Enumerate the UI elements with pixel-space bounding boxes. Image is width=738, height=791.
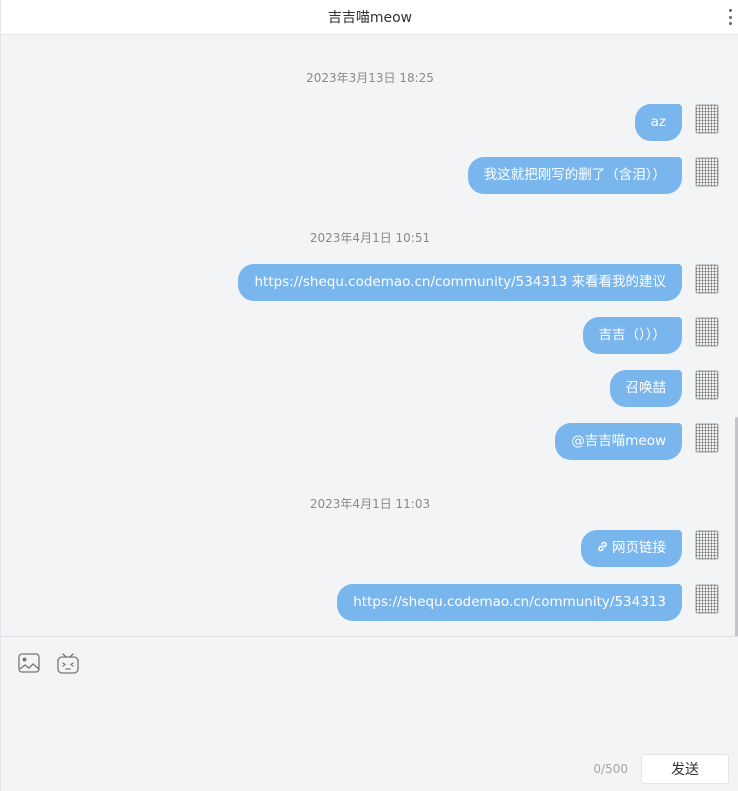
send-button[interactable]: 发送 [641, 754, 729, 784]
message-row: @吉吉喵meow [555, 422, 719, 460]
link-label: 网页链接 [612, 539, 666, 556]
chat-window: 吉吉喵meow 2023年3月13日 18:25 az 我这就把刚写的删了（含泪… [0, 0, 738, 791]
character-counter: 0/500 [593, 762, 628, 776]
message-bubble[interactable]: https://shequ.codemao.cn/community/53431… [337, 583, 682, 621]
message-bubble[interactable]: https://shequ.codemao.cn/community/53431… [238, 263, 682, 301]
message-composer[interactable]: 0/500 发送 [1, 636, 738, 791]
message-row: 吉吉（））） [582, 316, 719, 354]
link-message-bubble[interactable]: 网页链接 [581, 529, 682, 567]
message-bubble[interactable]: az [634, 103, 682, 141]
link-icon [597, 530, 608, 567]
timestamp: 2023年4月1日 10:51 [309, 231, 431, 245]
chat-title: 吉吉喵meow [327, 10, 413, 26]
avatar[interactable] [695, 423, 719, 453]
avatar[interactable] [695, 370, 719, 400]
message-bubble[interactable]: 吉吉（））） [582, 316, 682, 354]
avatar[interactable] [695, 264, 719, 294]
timestamp: 2023年3月13日 18:25 [306, 71, 434, 85]
more-vertical-icon[interactable] [729, 9, 733, 25]
avatar[interactable] [695, 317, 719, 347]
timestamp: 2023年4月1日 11:03 [309, 497, 431, 511]
message-row: 网页链接 [581, 529, 719, 567]
chat-header: 吉吉喵meow [1, 0, 738, 35]
message-bubble[interactable]: 召唤喆 [609, 369, 682, 407]
message-bubble[interactable]: @吉吉喵meow [555, 422, 682, 460]
avatar[interactable] [695, 584, 719, 614]
message-row: https://shequ.codemao.cn/community/53431… [337, 583, 719, 621]
image-icon[interactable] [18, 652, 40, 674]
avatar[interactable] [695, 104, 719, 134]
emoji-icon[interactable] [57, 652, 79, 674]
avatar[interactable] [695, 530, 719, 560]
message-list[interactable]: 2023年3月13日 18:25 az 我这就把刚写的删了（含泪）） 2023年… [1, 35, 738, 636]
message-row: 我这就把刚写的删了（含泪）） [467, 156, 719, 194]
avatar[interactable] [695, 157, 719, 187]
message-row: az [634, 103, 719, 141]
message-row: https://shequ.codemao.cn/community/53431… [238, 263, 719, 301]
message-row: 召唤喆 [609, 369, 719, 407]
message-bubble[interactable]: 我这就把刚写的删了（含泪）） [467, 156, 682, 194]
